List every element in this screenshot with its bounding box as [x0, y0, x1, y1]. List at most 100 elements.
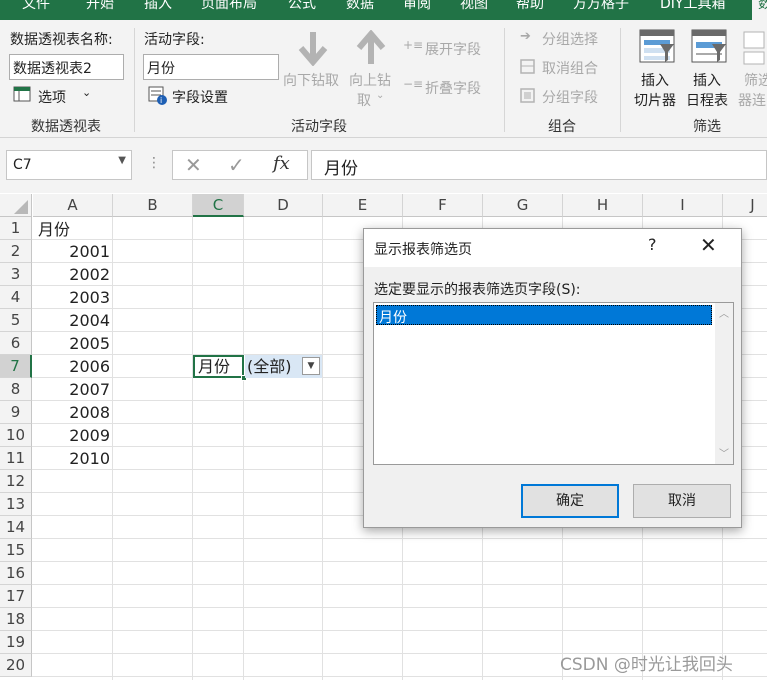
group-separator — [134, 28, 135, 132]
column-header-f[interactable]: F — [403, 194, 483, 217]
row-header-2[interactable]: 2 — [0, 240, 32, 263]
group-selection-button[interactable]: 分组选择 — [542, 29, 598, 49]
cell-a9[interactable]: 2008 — [33, 401, 110, 424]
column-header-c[interactable]: C — [193, 194, 244, 217]
insert-function-icon[interactable]: fx — [273, 153, 290, 174]
insert-slicer-icon — [639, 29, 675, 63]
field-settings-button[interactable]: 字段设置 — [172, 87, 228, 107]
tab-view[interactable]: 视图 — [460, 0, 488, 13]
cell-a11[interactable]: 2010 — [33, 447, 110, 470]
column-header-h[interactable]: H — [563, 194, 643, 217]
insert-slicer-button-line2: 切片器 — [634, 93, 676, 109]
active-field-label: 活动字段: — [144, 32, 205, 48]
options-dropdown-icon[interactable]: ⌄ — [82, 86, 91, 99]
tab-data[interactable]: 数据 — [346, 0, 374, 13]
filter-connections-button-line2: 器连 — [738, 93, 766, 109]
ungroup-button[interactable]: 取消组合 — [542, 58, 598, 78]
row-header-15[interactable]: 15 — [0, 539, 32, 562]
cell-a7[interactable]: 2006 — [33, 355, 110, 378]
tab-insert[interactable]: 插入 — [144, 0, 172, 13]
help-icon[interactable]: ? — [648, 235, 657, 254]
column-header-e[interactable]: E — [323, 194, 403, 217]
scroll-up-icon[interactable]: ︿ — [719, 305, 729, 320]
cell-a10[interactable]: 2009 — [33, 424, 110, 447]
enter-icon[interactable]: ✓ — [228, 153, 245, 177]
column-header-a[interactable]: A — [33, 194, 113, 217]
tab-fangfang[interactable]: 方方格子 — [573, 0, 629, 13]
list-item[interactable]: 月份 — [376, 305, 712, 326]
name-box-dropdown-icon[interactable]: ▼ — [118, 155, 126, 166]
name-box[interactable]: C7 ▼ — [6, 150, 132, 180]
field-listbox[interactable]: 月份 ︿ ﹀ — [373, 302, 734, 465]
tab-pivot-analyze[interactable]: 数 — [752, 0, 767, 20]
scroll-down-icon[interactable]: ﹀ — [719, 445, 729, 460]
tab-diy-toolbox[interactable]: DIY工具箱 — [660, 0, 725, 13]
row-header-14[interactable]: 14 — [0, 516, 32, 539]
tab-formulas[interactable]: 公式 — [288, 0, 316, 13]
formula-input[interactable]: 月份 — [311, 150, 767, 180]
cell-a5[interactable]: 2004 — [33, 309, 110, 332]
cell-a6[interactable]: 2005 — [33, 332, 110, 355]
options-button[interactable]: 选项 — [38, 87, 66, 107]
tab-review[interactable]: 审阅 — [403, 0, 431, 13]
tab-help[interactable]: 帮助 — [516, 0, 544, 13]
row-header-16[interactable]: 16 — [0, 562, 32, 585]
group-label-pivot: 数据透视表 — [31, 119, 101, 135]
tab-file[interactable]: 文件 — [22, 0, 50, 13]
tab-page-layout[interactable]: 页面布局 — [201, 0, 257, 13]
active-field-input[interactable]: 月份 — [143, 54, 279, 80]
cell-d7[interactable]: (全部) ▼ — [245, 355, 322, 378]
collapse-field-button[interactable]: 折叠字段 — [425, 78, 481, 98]
expand-field-button[interactable]: 展开字段 — [425, 39, 481, 59]
drill-down-icon — [298, 32, 328, 66]
cell-a8[interactable]: 2007 — [33, 378, 110, 401]
row-header-18[interactable]: 18 — [0, 608, 32, 631]
more-options-icon[interactable]: ⋮ — [147, 155, 161, 171]
row-header-17[interactable]: 17 — [0, 585, 32, 608]
tab-home[interactable]: 开始 — [86, 0, 114, 13]
row-header-20[interactable]: 20 — [0, 654, 32, 677]
cell-a3[interactable]: 2002 — [33, 263, 110, 286]
row-header-19[interactable]: 19 — [0, 631, 32, 654]
insert-timeline-button[interactable]: 插入 — [693, 70, 721, 90]
row-header-7[interactable]: 7 — [0, 355, 32, 378]
cell-a4[interactable]: 2003 — [33, 286, 110, 309]
row-header-10[interactable]: 10 — [0, 424, 32, 447]
row-header-1[interactable]: 1 — [0, 217, 32, 240]
cell-c7[interactable]: 月份 — [193, 355, 244, 378]
row-header-9[interactable]: 9 — [0, 401, 32, 424]
ok-button[interactable]: 确定 — [521, 484, 619, 518]
column-header-b[interactable]: B — [113, 194, 193, 217]
row-header-4[interactable]: 4 — [0, 286, 32, 309]
column-header-j[interactable]: J — [723, 194, 767, 217]
pivot-name-input[interactable]: 数据透视表2 — [9, 54, 124, 80]
filter-dropdown-icon[interactable]: ▼ — [302, 357, 320, 375]
cancel-button[interactable]: 取消 — [633, 484, 731, 518]
column-header-g[interactable]: G — [483, 194, 563, 217]
listbox-scrollbar[interactable]: ︿ ﹀ — [715, 303, 733, 464]
row-header-8[interactable]: 8 — [0, 378, 32, 401]
cell-a2[interactable]: 2001 — [33, 240, 110, 263]
drill-down-button[interactable]: 向下钻取 — [283, 70, 339, 90]
insert-slicer-button[interactable]: 插入 — [641, 70, 669, 90]
watermark: CSDN @时光让我回头 — [560, 655, 733, 675]
row-header-5[interactable]: 5 — [0, 309, 32, 332]
row-header-3[interactable]: 3 — [0, 263, 32, 286]
filter-connections-button[interactable]: 筛选 — [744, 70, 767, 90]
group-selection-icon: ➔ — [520, 29, 531, 44]
select-all-corner[interactable] — [0, 194, 32, 217]
row-header-11[interactable]: 11 — [0, 447, 32, 470]
group-field-icon — [520, 88, 535, 103]
row-header-13[interactable]: 13 — [0, 493, 32, 516]
drill-up-button[interactable]: 向上钻 — [349, 70, 391, 90]
ungroup-icon — [520, 59, 535, 74]
close-icon[interactable]: ✕ — [700, 233, 717, 257]
row-header-6[interactable]: 6 — [0, 332, 32, 355]
cell-a1[interactable]: 月份 — [38, 218, 70, 241]
group-field-button[interactable]: 分组字段 — [542, 87, 598, 107]
column-header-i[interactable]: I — [643, 194, 723, 217]
cancel-icon[interactable]: ✕ — [185, 153, 202, 177]
column-header-d[interactable]: D — [244, 194, 323, 217]
row-header-12[interactable]: 12 — [0, 470, 32, 493]
group-label-group: 组合 — [548, 119, 576, 135]
